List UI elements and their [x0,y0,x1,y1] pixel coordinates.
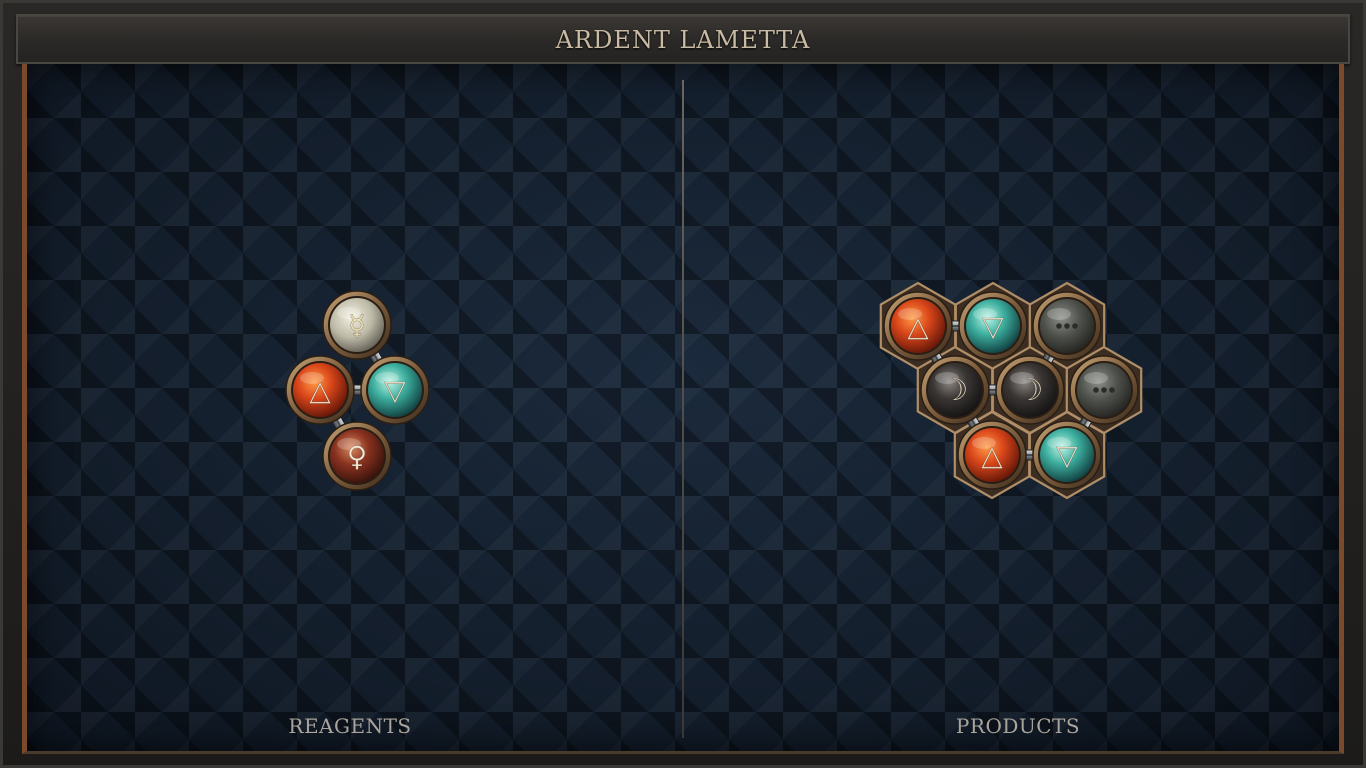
atom-p-fire-1[interactable]: △ [883,291,953,361]
fire-icon: △ [981,439,1003,472]
atom-p-vitae-2[interactable] [1069,355,1139,425]
atom-p-vitae-1[interactable] [1032,291,1102,361]
copper-icon: ♀ [347,440,368,473]
fire-icon: △ [309,374,331,407]
ellipsis-icon [1093,387,1115,393]
title-bar: ARDENT LAMETTA [16,14,1350,64]
moon-icon: ☽ [1017,373,1044,408]
quicksilver-icon: ☿ [348,309,365,342]
panel-divider [682,80,684,738]
puzzle-title: ARDENT LAMETTA [555,26,811,54]
atom-p-water-2[interactable]: ▽ [1032,420,1102,490]
atom-r-copper[interactable]: ♀ [322,421,392,491]
atom-r-fire[interactable]: △ [285,355,355,425]
atom-p-moon-2[interactable]: ☽ [995,355,1065,425]
atom-r-water[interactable]: ▽ [360,355,430,425]
atom-p-water-1[interactable]: ▽ [958,291,1028,361]
ellipsis-icon [1056,323,1078,329]
atom-p-moon-1[interactable]: ☽ [920,355,990,425]
atom-p-fire-2[interactable]: △ [957,420,1027,490]
reagents-label: REAGENTS [288,714,412,738]
water-icon: ▽ [1056,439,1078,472]
water-icon: ▽ [384,374,406,407]
atom-r-quicksilver[interactable]: ☿ [322,290,392,360]
moon-icon: ☽ [942,373,969,408]
products-label: PRODUCTS [955,714,1081,738]
fire-icon: △ [907,310,929,343]
water-icon: ▽ [982,310,1004,343]
